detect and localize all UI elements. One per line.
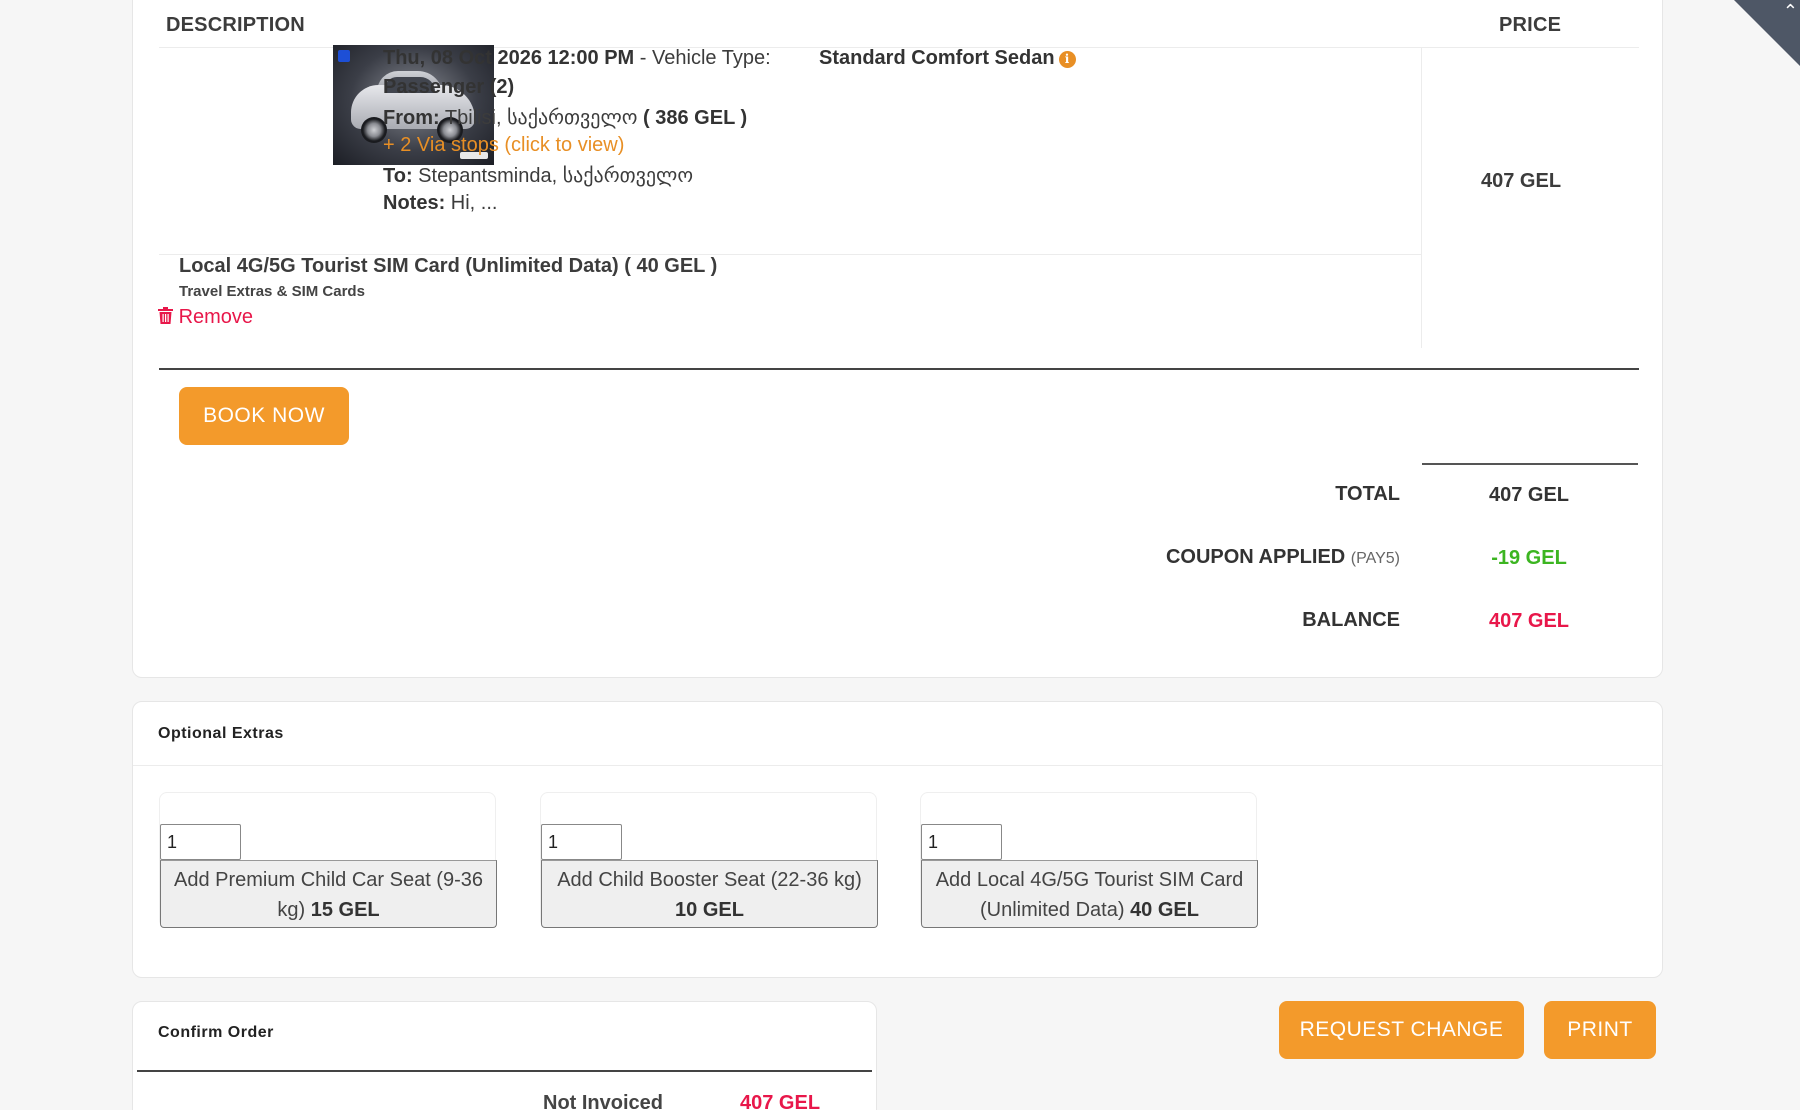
- balance-label: BALANCE: [1302, 609, 1400, 631]
- total-label: TOTAL: [1335, 483, 1400, 505]
- info-icon[interactable]: i: [1058, 51, 1076, 68]
- add-extra-button[interactable]: Add Local 4G/5G Tourist SIM Card (Unlimi…: [921, 860, 1258, 928]
- price-header: PRICE: [1499, 14, 1562, 36]
- vehicle-type-line: Standard Comfort Sedan i: [819, 47, 1076, 70]
- confirm-order-card: Confirm Order Not Invoiced 407 GEL: [132, 1001, 877, 1110]
- add-extra-button[interactable]: Add Premium Child Car Seat (9-36 kg) 15 …: [160, 860, 497, 928]
- vehicle-type-label: Vehicle Type:: [652, 47, 771, 69]
- table-bottom-rule: [159, 368, 1639, 370]
- description-header: DESCRIPTION: [166, 14, 305, 36]
- sim-item-title: Local 4G/5G Tourist SIM Card (Unlimited …: [179, 255, 718, 277]
- remove-label: Remove: [178, 306, 254, 328]
- sim-item-category: Travel Extras & SIM Cards: [179, 283, 365, 300]
- summary-top-rule: [1422, 463, 1638, 465]
- trip-datetime: Thu, 08 Oct 2026 12:00 PM: [383, 47, 635, 69]
- extras-header-divider: [133, 765, 1662, 766]
- quantity-input[interactable]: [541, 824, 622, 860]
- to-location: Stepantsminda, საქართველო: [412, 165, 694, 187]
- total-value: 407 GEL: [1488, 484, 1570, 506]
- extra-item-child-car-seat: Add Premium Child Car Seat (9-36 kg) 15 …: [159, 792, 497, 928]
- remove-link[interactable]: Remove: [158, 306, 253, 329]
- quantity-input[interactable]: [921, 824, 1002, 860]
- invoice-status-label: Not Invoiced: [543, 1092, 664, 1110]
- notes-value: Hi, ...: [445, 192, 498, 214]
- passenger-count: Passenger (2): [383, 76, 515, 98]
- confirm-order-title: Confirm Order: [158, 1024, 274, 1041]
- coupon-value: -19 GEL: [1491, 547, 1567, 569]
- chevron-up-icon: ⌃: [1782, 1, 1798, 21]
- from-price: ( 386 GEL ): [643, 107, 748, 129]
- quantity-input[interactable]: [160, 824, 241, 860]
- brand-badge-icon: [338, 50, 350, 62]
- optional-extras-title: Optional Extras: [158, 725, 284, 742]
- to-line: To: Stepantsminda, საქართველო: [383, 165, 694, 187]
- trip-datetime-line: Thu, 08 Oct 2026 12:00 PM - Vehicle Type…: [383, 47, 771, 69]
- invoice-status-value: 407 GEL: [740, 1092, 821, 1110]
- from-location: Tbilisi, საქართველო: [439, 107, 644, 129]
- coupon-label-line: COUPON APPLIED (PAY5): [1166, 546, 1400, 569]
- confirm-divider: [137, 1070, 872, 1072]
- balance-value: 407 GEL: [1488, 610, 1570, 632]
- book-now-button[interactable]: BOOK NOW: [179, 387, 349, 445]
- extra-item-sim-card: Add Local 4G/5G Tourist SIM Card (Unlimi…: [920, 792, 1258, 928]
- trip-price: 407 GEL: [1481, 170, 1562, 192]
- cart-card: DESCRIPTION PRICE Thu, 08 Oct 2026 12:00…: [132, 0, 1663, 678]
- trash-icon: [158, 307, 173, 324]
- coupon-code: (PAY5): [1350, 550, 1400, 567]
- price-column-divider: [1421, 48, 1422, 348]
- coupon-label: COUPON APPLIED: [1165, 546, 1346, 568]
- print-button[interactable]: PRINT: [1544, 1001, 1656, 1059]
- via-stops-link[interactable]: + 2 Via stops (click to view): [383, 134, 624, 157]
- extra-item-child-booster-seat: Add Child Booster Seat (22-36 kg) 10 GEL: [540, 792, 878, 928]
- optional-extras-card: Optional Extras Add Premium Child Car Se…: [132, 701, 1663, 978]
- request-change-button[interactable]: REQUEST CHANGE: [1279, 1001, 1524, 1059]
- from-line: From: Tbilisi, საქართველო ( 386 GEL ): [383, 107, 748, 129]
- notes-line: Notes: Hi, ...: [383, 192, 498, 214]
- add-extra-button[interactable]: Add Child Booster Seat (22-36 kg) 10 GEL: [541, 860, 878, 928]
- vehicle-type: Standard Comfort Sedan: [819, 47, 1055, 69]
